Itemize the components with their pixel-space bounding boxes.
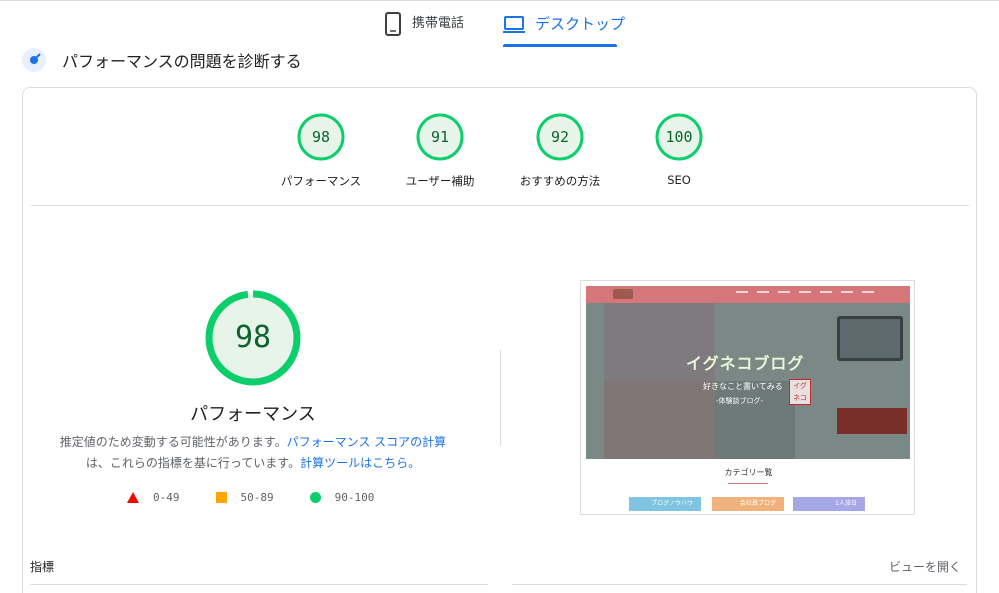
performance-title: パフォーマンス xyxy=(190,404,316,425)
performance-score: 98 xyxy=(234,320,272,355)
score-gauge: 91 xyxy=(416,113,464,161)
legend-range: 0-49 xyxy=(153,491,180,504)
score-value: 98 xyxy=(311,128,331,146)
score-gauge: 92 xyxy=(536,113,584,161)
heading-underline xyxy=(728,483,768,484)
tab-mobile[interactable]: 携帯電話 xyxy=(384,12,464,48)
tab-desktop-label: デスクトップ xyxy=(535,15,626,33)
desc-text-1: 推定値のため変動する可能性があります。 xyxy=(59,435,287,449)
section-title: パフォーマンスの問題を診断する xyxy=(62,52,302,71)
hero-panel xyxy=(715,381,795,459)
category-best-practices[interactable]: 92 おすすめの方法 xyxy=(515,113,605,189)
device-tabs: 携帯電話 デスクトップ xyxy=(0,0,999,50)
category-seo[interactable]: 100 SEO xyxy=(634,113,724,187)
site-category-button: ブログノウハウ xyxy=(629,497,701,511)
smartphone-icon xyxy=(385,12,401,36)
legend-average: 50-89 xyxy=(215,491,274,504)
site-logo xyxy=(613,289,633,299)
divider xyxy=(512,584,967,585)
score-gauge: 98 xyxy=(297,113,345,161)
legend-pass: 90-100 xyxy=(309,491,375,504)
category-accessibility[interactable]: 91 ユーザー補助 xyxy=(395,113,485,189)
category-performance[interactable]: 98 パフォーマンス xyxy=(276,113,366,189)
category-label: パフォーマンス xyxy=(280,174,362,188)
site-hero: イグネコブログ 好きなこと書いてみる -体験談ブログ- イグネコ xyxy=(586,303,910,459)
score-calc-link[interactable]: パフォーマンス スコアの計算 xyxy=(287,435,447,449)
score-description: 推定値のため変動する可能性があります。パフォーマンス スコアの計算 は、これらの… xyxy=(53,432,453,474)
calculator-link[interactable]: 計算ツールはこちら。 xyxy=(300,456,420,470)
section-header: パフォーマンスの問題を診断する xyxy=(22,46,302,74)
site-category-button: 1人旅日 xyxy=(793,497,865,511)
score-legend: 0-49 50-89 90-100 xyxy=(127,491,374,504)
site-header xyxy=(586,286,910,303)
laptop-icon xyxy=(503,16,525,33)
site-subtitle: -体験談ブログ- xyxy=(716,397,764,405)
square-icon xyxy=(215,492,227,503)
site-title: イグネコブログ xyxy=(686,354,805,373)
legend-range: 90-100 xyxy=(334,491,375,504)
site-category-button: 会社員ブログ xyxy=(712,497,784,511)
performance-gauge: 98 xyxy=(204,289,302,387)
hero-panel xyxy=(604,381,715,459)
tab-desktop[interactable]: デスクトップ xyxy=(503,12,625,48)
score-value: 92 xyxy=(550,128,570,146)
triangle-icon xyxy=(127,492,139,503)
legend-fail: 0-49 xyxy=(127,491,180,504)
site-tagline: 好きなこと書いてみる xyxy=(703,382,783,391)
circle-icon xyxy=(309,492,321,503)
house-illustration xyxy=(837,408,907,434)
active-tab-indicator xyxy=(503,44,617,47)
page-screenshot: イグネコブログ 好きなこと書いてみる -体験談ブログ- イグネコ カテゴリー覧 … xyxy=(580,280,915,515)
category-label: ユーザー補助 xyxy=(405,174,475,188)
category-heading: カテゴリー覧 xyxy=(724,468,773,477)
vertical-divider xyxy=(500,350,501,446)
tab-mobile-label: 携帯電話 xyxy=(412,16,465,31)
divider xyxy=(31,205,969,206)
category-label: おすすめの方法 xyxy=(519,174,601,188)
site-stamp: イグネコ xyxy=(789,379,811,405)
results-card: 98 パフォーマンス 91 ユーザー補助 92 おすすめの方法 100 SEO … xyxy=(22,87,977,593)
score-value: 100 xyxy=(665,128,693,146)
divider xyxy=(30,584,488,585)
expand-view-toggle[interactable]: ビューを開く xyxy=(889,558,961,575)
performance-icon xyxy=(22,48,46,72)
category-label: SEO xyxy=(667,173,691,187)
site-nav xyxy=(736,291,874,293)
metrics-heading: 指標 xyxy=(30,560,55,574)
legend-range: 50-89 xyxy=(240,491,274,504)
score-gauge: 100 xyxy=(655,113,703,161)
desc-text-2: は、これらの指標を基に行っています。 xyxy=(85,456,301,470)
monitor-illustration xyxy=(837,316,903,361)
score-value: 91 xyxy=(430,128,450,146)
